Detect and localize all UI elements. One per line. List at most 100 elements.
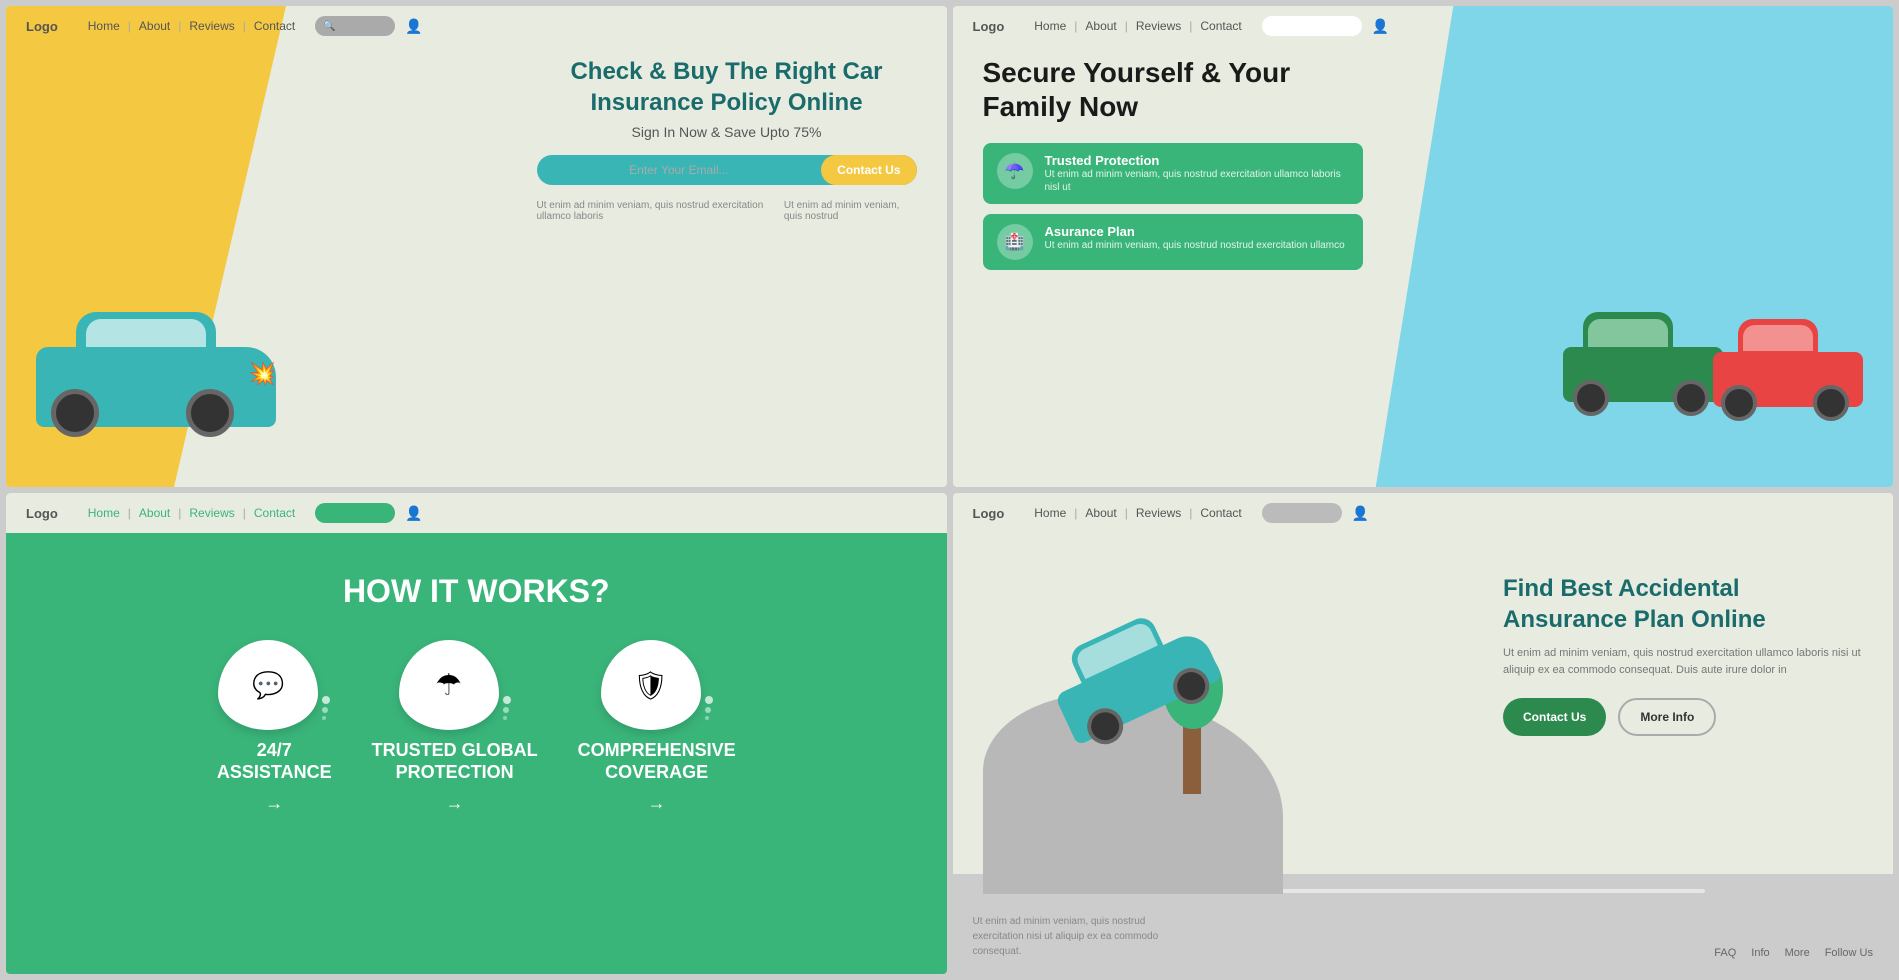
- user-icon-p1[interactable]: 👤: [405, 18, 422, 35]
- search-bar-p1[interactable]: 🔍: [315, 16, 395, 36]
- footer-info[interactable]: Info: [1751, 947, 1769, 959]
- assurance-text: Asurance Plan Ut enim ad minim veniam, q…: [1045, 224, 1345, 252]
- umbrella-icon-p3: ☂: [435, 668, 462, 703]
- footer-follow[interactable]: Follow Us: [1825, 947, 1873, 959]
- email-input-p1[interactable]: Enter Your Email...: [537, 155, 822, 185]
- feature-arrow-protection[interactable]: →: [446, 793, 464, 814]
- protection-icon: ☂️: [997, 153, 1033, 189]
- user-icon-p3[interactable]: 👤: [405, 505, 422, 522]
- feature-title-coverage: COMPREHENSIVECOVERAGE: [578, 740, 736, 783]
- nav-contact-p3[interactable]: Contact: [254, 506, 295, 520]
- red-car-body: [1713, 352, 1863, 407]
- navbar-panel2: Logo Home | About | Reviews | Contact 👤: [953, 6, 1894, 46]
- nav-contact-p1[interactable]: Contact: [254, 19, 295, 33]
- dots-2: [503, 696, 511, 720]
- feature-box-assurance: 🏥 Asurance Plan Ut enim ad minim veniam,…: [983, 214, 1363, 270]
- nav-reviews-p3[interactable]: Reviews: [189, 506, 234, 520]
- more-info-button-p4[interactable]: More Info: [1618, 698, 1716, 736]
- nav-reviews-p2[interactable]: Reviews: [1136, 19, 1181, 33]
- footer-faq[interactable]: FAQ: [1714, 947, 1736, 959]
- logo-panel2: Logo: [973, 19, 1005, 34]
- green-car-wheel1: [1573, 380, 1609, 416]
- feature-box-protection: ☂️ Trusted Protection Ut enim ad minim v…: [983, 143, 1363, 204]
- panel-bottom-left: Logo Home | About | Reviews | Contact 👤 …: [6, 493, 947, 974]
- logo-panel4: Logo: [973, 506, 1005, 521]
- nav-about-p4[interactable]: About: [1085, 506, 1116, 520]
- nav-contact-p4[interactable]: Contact: [1200, 506, 1241, 520]
- tilted-car-wheel1: [1081, 702, 1129, 750]
- red-car-wheel1: [1721, 385, 1757, 421]
- car-illustration-p1: 💥: [16, 267, 306, 427]
- bubble-row-2: ☂: [399, 640, 511, 730]
- feature-item-247: 💬 24/7ASSISTANCE →: [217, 640, 332, 814]
- search-bar-p4[interactable]: [1262, 503, 1342, 523]
- user-icon-p4[interactable]: 👤: [1352, 505, 1369, 522]
- panel2-headline: Secure Yourself & Your Family Now: [983, 56, 1363, 123]
- dots-3: [705, 696, 713, 720]
- footer-links-p4: FAQ Info More Follow Us: [1714, 947, 1873, 959]
- panel3-headline: HOW IT WORKS?: [26, 573, 927, 610]
- red-car-wheel2: [1813, 385, 1849, 421]
- contact-us-button-p1[interactable]: Contact Us: [821, 155, 916, 185]
- panel4-footer: Ut enim ad minim veniam, quis nostrud ex…: [973, 914, 1874, 959]
- nav-links-panel3: Home | About | Reviews | Contact: [88, 506, 295, 520]
- contact-us-button-p4[interactable]: Contact Us: [1503, 698, 1606, 736]
- car-scene-p4: [983, 634, 1333, 894]
- panel4-description: Ut enim ad minim veniam, quis nostrud ex…: [1503, 645, 1863, 678]
- protection-text: Trusted Protection Ut enim ad minim veni…: [1045, 153, 1349, 194]
- panel1-content: Check & Buy The Right Car Insurance Poli…: [537, 56, 917, 222]
- feature-item-protection: ☂ TRUSTED GLOBALPROTECTION →: [372, 640, 538, 814]
- search-bar-p2[interactable]: [1262, 16, 1362, 36]
- chat-icon-p3: 💬: [252, 670, 284, 701]
- nav-reviews-p4[interactable]: Reviews: [1136, 506, 1181, 520]
- nav-about-p2[interactable]: About: [1085, 19, 1116, 33]
- panel4-main-content: Find Best Accidental Ansurance Plan Onli…: [1503, 573, 1863, 736]
- user-icon-p2[interactable]: 👤: [1372, 18, 1389, 35]
- protection-desc: Ut enim ad minim veniam, quis nostrud ex…: [1045, 168, 1349, 194]
- search-bar-p3[interactable]: [315, 503, 395, 523]
- car-wheel2-p1: [186, 389, 234, 437]
- panel-top-left: Logo Home | About | Reviews | Contact 🔍 …: [6, 6, 947, 487]
- panel3-content: HOW IT WORKS? 💬 24/7ASSISTANCE: [6, 543, 947, 854]
- nav-reviews-p1[interactable]: Reviews: [189, 19, 234, 33]
- search-icon-p1: 🔍: [323, 21, 335, 32]
- logo-panel3: Logo: [26, 506, 58, 521]
- nav-about-p3[interactable]: About: [139, 506, 170, 520]
- dots-1: [322, 696, 330, 720]
- crash-effect-p1: 💥: [249, 361, 276, 387]
- assurance-title: Asurance Plan: [1045, 224, 1345, 239]
- car-collision-p2: 💥: [1543, 267, 1873, 447]
- navbar-panel4: Logo Home | About | Reviews | Contact 👤: [953, 493, 1894, 533]
- feature-title-protection: TRUSTED GLOBALPROTECTION: [372, 740, 538, 783]
- red-car-p2: [1713, 352, 1863, 427]
- nav-home-p4[interactable]: Home: [1034, 506, 1066, 520]
- nav-home-p1[interactable]: Home: [88, 19, 120, 33]
- tilted-car-wheel2: [1167, 662, 1215, 710]
- panel1-footer: Ut enim ad minim veniam, quis nostrud ex…: [537, 200, 917, 222]
- panel-top-right: Logo Home | About | Reviews | Contact 👤 …: [953, 6, 1894, 487]
- panel1-subline: Sign In Now & Save Upto 75%: [537, 124, 917, 140]
- nav-about-p1[interactable]: About: [139, 19, 170, 33]
- nav-links-panel2: Home | About | Reviews | Contact: [1034, 19, 1241, 33]
- navbar-panel3: Logo Home | About | Reviews | Contact 👤: [6, 493, 947, 533]
- panel1-headline: Check & Buy The Right Car Insurance Poli…: [537, 56, 917, 118]
- footer-more[interactable]: More: [1785, 947, 1810, 959]
- nav-contact-p2[interactable]: Contact: [1200, 19, 1241, 33]
- tree-trunk-p4: [1183, 724, 1201, 794]
- nav-home-p3[interactable]: Home: [88, 506, 120, 520]
- nav-home-p2[interactable]: Home: [1034, 19, 1066, 33]
- green-car-wheel2: [1673, 380, 1709, 416]
- bubble-row-1: 💬: [218, 640, 330, 730]
- features-row-p3: 💬 24/7ASSISTANCE →: [26, 640, 927, 814]
- bubble-protection: ☂: [399, 640, 499, 730]
- feature-arrow-247[interactable]: →: [265, 793, 283, 814]
- feature-arrow-coverage[interactable]: →: [648, 793, 666, 814]
- bubble-coverage: 🛡: [601, 640, 701, 730]
- shield-icon-p3: 🛡: [633, 669, 669, 702]
- protection-title: Trusted Protection: [1045, 153, 1349, 168]
- page-grid: Logo Home | About | Reviews | Contact 🔍 …: [0, 0, 1899, 980]
- nav-links-panel4: Home | About | Reviews | Contact: [1034, 506, 1241, 520]
- green-car-body: [1563, 347, 1723, 402]
- green-car-p2: [1563, 347, 1723, 427]
- assurance-desc: Ut enim ad minim veniam, quis nostrud no…: [1045, 239, 1345, 252]
